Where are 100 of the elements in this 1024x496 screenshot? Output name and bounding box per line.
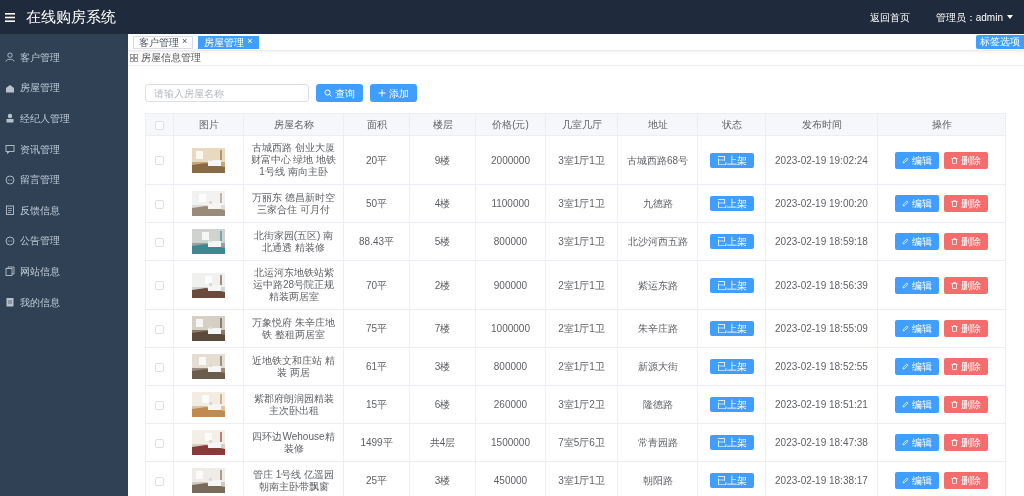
table-cell: 7楼 <box>434 323 451 334</box>
pencil-icon <box>902 401 909 408</box>
status-tag: 已上架 <box>709 359 754 374</box>
table-cell: 800000 <box>493 361 528 372</box>
table-cell: 88.43平 <box>359 236 394 247</box>
trash-icon <box>951 325 958 332</box>
checkbox[interactable] <box>155 362 164 372</box>
add-button[interactable]: 添加 <box>370 84 417 102</box>
pencil-icon <box>902 200 909 207</box>
edit-button[interactable]: 编辑 <box>895 358 939 375</box>
table-cell: 3室1厅1卫 <box>558 198 605 209</box>
trash-icon <box>951 477 958 484</box>
table-cell: 共4层 <box>429 437 456 448</box>
status-tag: 已上架 <box>709 397 754 412</box>
edit-button[interactable]: 编辑 <box>895 233 939 250</box>
checkbox[interactable] <box>155 324 164 334</box>
table-cell: 2000000 <box>491 154 530 166</box>
delete-button[interactable]: 删除 <box>944 472 988 489</box>
sidebar-item[interactable]: 公告管理 <box>0 225 128 257</box>
sidebar-item[interactable]: 房屋管理 <box>0 72 128 104</box>
table-cell: 2023-02-19 19:02:24 <box>775 154 868 166</box>
tab-options-button[interactable]: 标签选项 <box>976 35 1024 49</box>
table-cell: 3楼 <box>434 361 451 372</box>
delete-button[interactable]: 删除 <box>944 276 988 294</box>
status-tag: 已上架 <box>709 473 754 488</box>
trash-icon <box>951 401 958 408</box>
checkbox[interactable] <box>155 120 164 130</box>
sidebar-item[interactable]: 经纪人管理 <box>0 103 128 134</box>
checkbox[interactable] <box>155 156 164 166</box>
checkbox[interactable] <box>155 400 164 410</box>
sidebar-item[interactable]: 资讯管理 <box>0 133 128 165</box>
search-button[interactable]: 查询 <box>316 84 363 102</box>
sidebar-item[interactable]: 网站信息 <box>0 256 128 287</box>
status-tag: 已上架 <box>709 277 754 293</box>
table-cell: 2023-02-19 18:56:39 <box>775 279 868 291</box>
status-tag: 已上架 <box>709 321 754 336</box>
user-menu[interactable]: 管理员：admin <box>935 9 1013 25</box>
close-icon[interactable]: × <box>182 35 188 49</box>
table-cell: 古城西路68号 <box>626 154 689 166</box>
edit-button[interactable]: 编辑 <box>895 320 939 337</box>
house-name: 管庄 1号线 亿遥园朝南主卧带飘窗 <box>252 468 335 492</box>
table-cell: 20平 <box>365 154 388 166</box>
table-cell: 15平 <box>365 399 388 410</box>
grid-icon <box>130 53 138 62</box>
delete-button[interactable]: 删除 <box>944 233 988 250</box>
column-header: 发布时间 <box>801 119 842 130</box>
sidebar-item[interactable]: 我的信息 <box>0 286 128 318</box>
close-icon[interactable]: × <box>247 35 253 49</box>
table-cell: 6楼 <box>434 399 451 410</box>
sidebar-item[interactable]: 客户管理 <box>0 42 128 73</box>
sidebar-item[interactable]: 留言管理 <box>0 164 128 195</box>
checkbox[interactable] <box>155 237 164 247</box>
menu-icon[interactable] <box>5 12 15 22</box>
tab[interactable]: 房屋管理 × <box>198 35 259 49</box>
delete-button[interactable]: 删除 <box>944 151 988 169</box>
pencil-icon <box>902 238 909 245</box>
delete-button[interactable]: 删除 <box>944 358 988 375</box>
user-icon <box>5 52 15 63</box>
column-header: 地址 <box>647 119 668 130</box>
column-header: 图片 <box>198 119 219 130</box>
table-cell: 2室1厅1卫 <box>558 361 605 372</box>
house-name: 四环边Wehouse精装修 <box>252 430 335 454</box>
table-cell: 隆德路 <box>642 399 673 410</box>
trash-icon <box>951 238 958 245</box>
table-cell: 7室5厅6卫 <box>558 437 605 448</box>
house-name: 古城西路 创业大厦财富中心 绿地 地铁1号线 南向主卧 <box>250 142 337 177</box>
table-cell: 1100000 <box>491 198 530 209</box>
table-cell: 4楼 <box>434 198 451 209</box>
house-name: 万丽东 德昌新时空三家合住 可月付 <box>252 191 335 215</box>
checkbox[interactable] <box>155 476 164 486</box>
delete-button[interactable]: 删除 <box>944 434 988 451</box>
edit-button[interactable]: 编辑 <box>895 472 939 489</box>
table-cell: 900000 <box>493 279 528 291</box>
checkbox[interactable] <box>155 281 164 291</box>
table-cell: 5楼 <box>434 236 451 247</box>
trash-icon <box>951 156 958 164</box>
table-cell: 常青园路 <box>637 437 678 448</box>
edit-button[interactable]: 编辑 <box>895 434 939 451</box>
edit-button[interactable]: 编辑 <box>895 195 939 212</box>
edit-button[interactable]: 编辑 <box>895 396 939 413</box>
checkbox[interactable] <box>155 199 164 209</box>
home-link[interactable]: 返回首页 <box>869 9 910 25</box>
breadcrumb: 房屋信息管理 <box>141 51 201 65</box>
checkbox[interactable] <box>155 438 164 448</box>
table-cell: 北沙河西五路 <box>627 236 688 247</box>
tab[interactable]: 客户管理 × <box>133 35 194 49</box>
delete-button[interactable]: 删除 <box>944 320 988 337</box>
delete-button[interactable]: 删除 <box>944 195 988 212</box>
message-icon <box>5 144 15 155</box>
search-field[interactable]: 请输入房屋名称 <box>145 84 309 102</box>
table-cell: 2023-02-19 18:47:38 <box>775 437 868 448</box>
table-cell: 2023-02-19 19:00:20 <box>775 198 868 209</box>
delete-button[interactable]: 删除 <box>944 396 988 413</box>
edit-button[interactable]: 编辑 <box>895 151 939 169</box>
person-icon <box>5 113 15 124</box>
sidebar-item[interactable]: 反馈信息 <box>0 194 128 226</box>
table-cell: 800000 <box>493 236 528 247</box>
edit-button[interactable]: 编辑 <box>895 276 939 294</box>
table-cell: 2023-02-19 18:59:18 <box>775 236 868 247</box>
status-tag: 已上架 <box>709 196 754 211</box>
